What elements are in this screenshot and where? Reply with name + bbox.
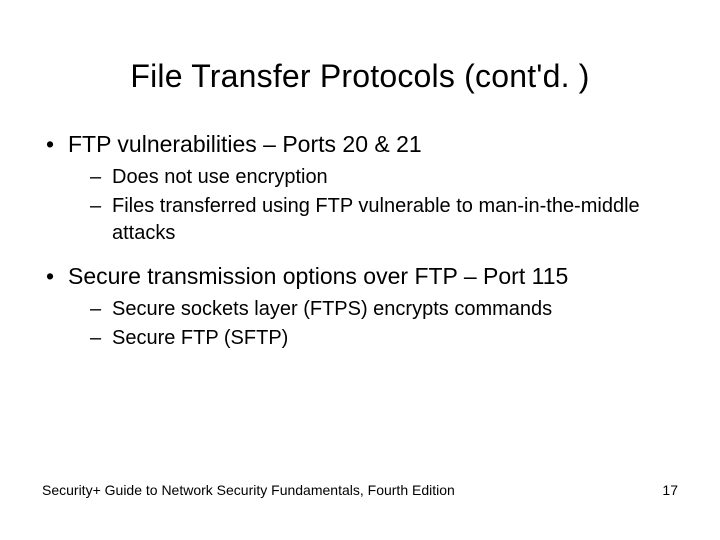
sub-item: Does not use encryption <box>90 164 678 191</box>
sub-item: Secure FTP (SFTP) <box>90 325 678 352</box>
sub-item: Files transferred using FTP vulnerable t… <box>90 193 678 247</box>
bullet-item: FTP vulnerabilities – Ports 20 & 21 Does… <box>42 129 678 247</box>
bullet-text: Secure transmission options over FTP – P… <box>68 263 568 289</box>
bullet-item: Secure transmission options over FTP – P… <box>42 261 678 352</box>
slide: File Transfer Protocols (cont'd. ) FTP v… <box>0 0 720 540</box>
sub-list: Secure sockets layer (FTPS) encrypts com… <box>68 296 678 352</box>
sub-item: Secure sockets layer (FTPS) encrypts com… <box>90 296 678 323</box>
footer-source: Security+ Guide to Network Security Fund… <box>42 482 455 498</box>
footer: Security+ Guide to Network Security Fund… <box>42 482 678 498</box>
slide-title: File Transfer Protocols (cont'd. ) <box>0 0 720 95</box>
slide-content: FTP vulnerabilities – Ports 20 & 21 Does… <box>0 95 720 352</box>
bullet-list: FTP vulnerabilities – Ports 20 & 21 Does… <box>42 129 678 352</box>
page-number: 17 <box>662 482 678 498</box>
sub-list: Does not use encryption Files transferre… <box>68 164 678 247</box>
bullet-text: FTP vulnerabilities – Ports 20 & 21 <box>68 131 422 157</box>
